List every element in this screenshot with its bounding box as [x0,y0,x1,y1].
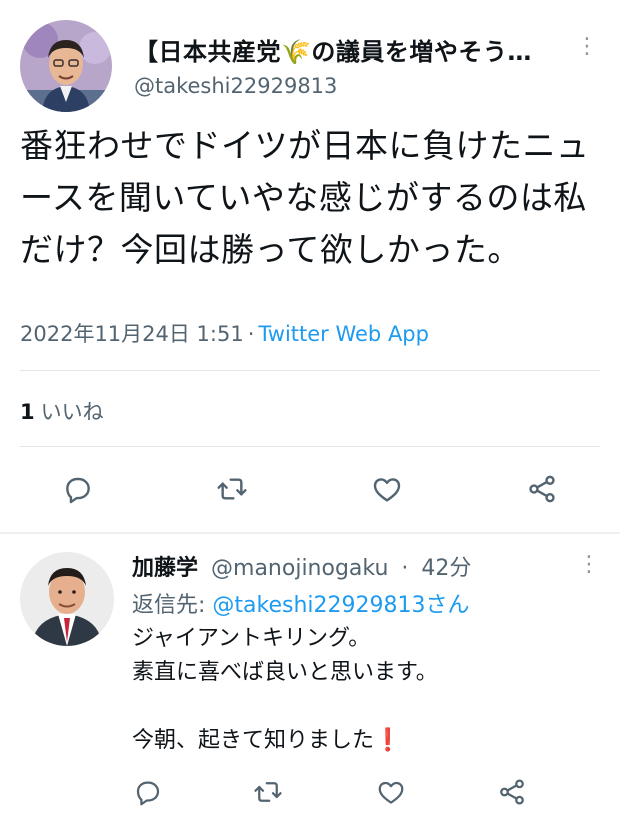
reply-like-button[interactable] [373,774,409,810]
reply-icon [136,781,160,806]
heart-icon [378,781,404,804]
reply-author-handle[interactable]: @manojinogaku [211,556,388,581]
tweet-timestamp[interactable]: 2022年11月24日 1:51 [20,322,244,346]
reply-reply-button[interactable] [130,774,166,810]
reply-header: 加藤学 @manojinogaku · 42分 [132,550,471,582]
replying-to-handle[interactable]: @takeshi22929813さん [212,593,469,618]
reply-meta-separator: · [401,556,409,581]
author-handle[interactable]: @takeshi22929813 [134,74,337,98]
author-avatar[interactable] [20,20,112,112]
reply-text-line3: 今朝、起きて知りました [132,728,375,753]
replying-to-label: 返信先: [132,593,213,618]
like-button[interactable] [369,471,405,507]
reply-button[interactable] [60,471,96,507]
author-display-name[interactable]: 【日本共産党🌾の議員を増やそう… [134,32,554,67]
tweet-text: 番狂わせでドイツが日本に負けたニュースを聞いていやな感じがするのは私だけ？今回は… [20,126,590,269]
reply-text-line: 素直に喜べば良いと思います。 [132,660,438,685]
reply-more-options-icon[interactable]: ⋮ [578,554,600,576]
reply-text-line: ジャイアントキリング。 [132,626,371,651]
share-button[interactable] [524,471,560,507]
divider [20,370,600,371]
heart-icon [373,478,401,502]
reply-text-line: 今朝、起きて知りました❗ [132,724,438,758]
divider [20,446,600,447]
retweet-icon [254,782,282,802]
likes-count[interactable]: 1 いいね [20,396,104,426]
retweet-icon [217,478,247,500]
like-count-label: いいね [40,400,104,424]
tweet-source[interactable]: Twitter Web App [258,322,429,346]
share-icon [500,779,524,805]
reply-author-avatar[interactable] [20,552,114,646]
retweet-button[interactable] [214,471,250,507]
section-separator [0,532,620,534]
reply-icon [66,477,90,504]
tweet-meta: 2022年11月24日 1:51 · Twitter Web App [20,318,429,348]
meta-separator: · [247,322,255,346]
replying-to: 返信先: @takeshi22929813さん [132,587,470,619]
share-icon [529,475,555,503]
reply-text: ジャイアントキリング。 素直に喜べば良いと思います。 今朝、起きて知りました❗ [132,622,438,758]
more-options-icon[interactable]: ⋮ [576,36,598,58]
like-count-value: 1 [20,400,35,424]
reply-time[interactable]: 42分 [421,556,471,581]
reply-author-name[interactable]: 加藤学 [132,556,198,581]
exclamation-icon: ❗ [374,728,402,753]
reply-retweet-button[interactable] [250,774,286,810]
reply-share-button[interactable] [494,774,530,810]
reply-text-blank-line [132,690,438,724]
